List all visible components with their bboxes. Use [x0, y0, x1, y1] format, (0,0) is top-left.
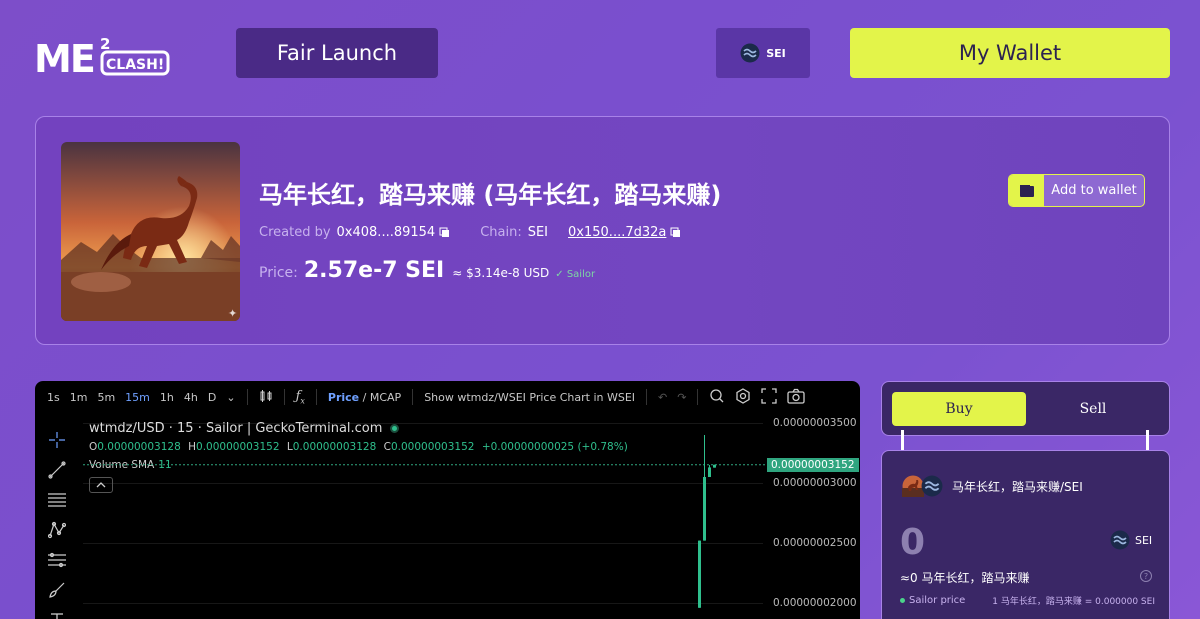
wallet-icon	[1009, 175, 1044, 206]
trade-tabs: Buy Sell	[881, 381, 1170, 436]
price-chart-panel[interactable]: 1s 1m 5m 15m 1h 4h D ⌄ ƒx Price / MCAP S…	[35, 381, 860, 619]
price-label: Price:	[259, 265, 298, 281]
token-meta-row: Created by 0x408....89154 Chain: SEI 0x1…	[259, 225, 681, 240]
trading-pair: 马年长红，踏马来赚/SEI	[902, 475, 1083, 497]
contract-address-link[interactable]: 0x150....7d32a	[568, 225, 666, 240]
token-price-usd: ≈ $3.14e-8 USD	[452, 266, 550, 280]
candle-body	[713, 464, 716, 468]
panel-connector	[1146, 430, 1149, 451]
chain-meta-value: SEI	[527, 225, 549, 240]
token-name: 马年长红，踏马来赚 (马年长红，踏马来赚)	[259, 181, 722, 209]
status-dot	[900, 598, 905, 603]
rate-label-text: Sailor price	[909, 595, 966, 606]
chain-label: SEI	[766, 46, 786, 60]
currency-selector[interactable]: SEI	[1110, 530, 1152, 550]
token-info-card: ✦ 马年长红，踏马来赚 (马年长红，踏马来赚) Created by 0x408…	[35, 116, 1170, 345]
sailor-price-rate: Sailor price 1 马年长红，踏马来赚 = 0.000000 SEI	[900, 594, 1155, 607]
candle-body	[698, 540, 701, 608]
pair-icons	[902, 475, 946, 497]
approx-receive: ≈0 马年长红，踏马来赚	[900, 571, 1030, 585]
pair-label: 马年长红，踏马来赚/SEI	[952, 479, 1083, 494]
help-icon[interactable]: ?	[1140, 570, 1152, 582]
panel-connector	[901, 430, 904, 451]
logo-badge-text: CLASH!	[106, 57, 164, 73]
logo-main-text: ME	[34, 37, 94, 78]
svg-text:✦: ✦	[228, 307, 237, 320]
sei-icon	[740, 43, 760, 63]
created-by-label: Created by	[259, 225, 331, 240]
copy-icon[interactable]	[670, 227, 681, 238]
add-to-wallet-label: Add to wallet	[1051, 183, 1137, 198]
candlestick-plot	[83, 435, 765, 608]
token-price-row: Price: 2.57e-7 SEI ≈ $3.14e-8 USD ✓ Sail…	[259, 258, 595, 283]
sei-icon	[1110, 530, 1130, 550]
tab-buy[interactable]: Buy	[892, 392, 1026, 426]
creator-address[interactable]: 0x408....89154	[337, 225, 451, 240]
token-price: 2.57e-7 SEI	[303, 258, 445, 283]
copy-icon[interactable]	[439, 227, 450, 238]
buy-form: 马年长红，踏马来赚/SEI SEI ≈0 马年长红，踏马来赚 ? Sailor …	[881, 450, 1170, 619]
chain-selector-button[interactable]: SEI	[716, 28, 810, 78]
currency-label: SEI	[1135, 533, 1153, 547]
token-image: ✦	[61, 142, 240, 321]
contract-address[interactable]: 0x150....7d32a	[568, 225, 681, 240]
rate-value: 1 马年长红，踏马来赚 = 0.000000 SEI	[992, 597, 1155, 607]
add-to-wallet-button[interactable]: Add to wallet	[1008, 174, 1145, 207]
candle-body	[703, 477, 706, 541]
logo-sup-text: 2	[100, 35, 110, 53]
chain-meta-label: Chain:	[480, 225, 522, 240]
amount-input[interactable]	[900, 521, 1080, 563]
sei-icon	[921, 475, 943, 497]
my-wallet-button[interactable]: My Wallet	[850, 28, 1170, 78]
price-source-badge: ✓ Sailor	[555, 269, 596, 280]
tab-sell[interactable]: Sell	[1026, 392, 1160, 426]
candle-body	[708, 467, 711, 477]
creator-address-text: 0x408....89154	[336, 225, 436, 240]
me2-clash-logo[interactable]: ME 2 CLASH!	[34, 32, 174, 78]
fair-launch-button[interactable]: Fair Launch	[236, 28, 438, 78]
rate-label: Sailor price	[900, 594, 965, 607]
